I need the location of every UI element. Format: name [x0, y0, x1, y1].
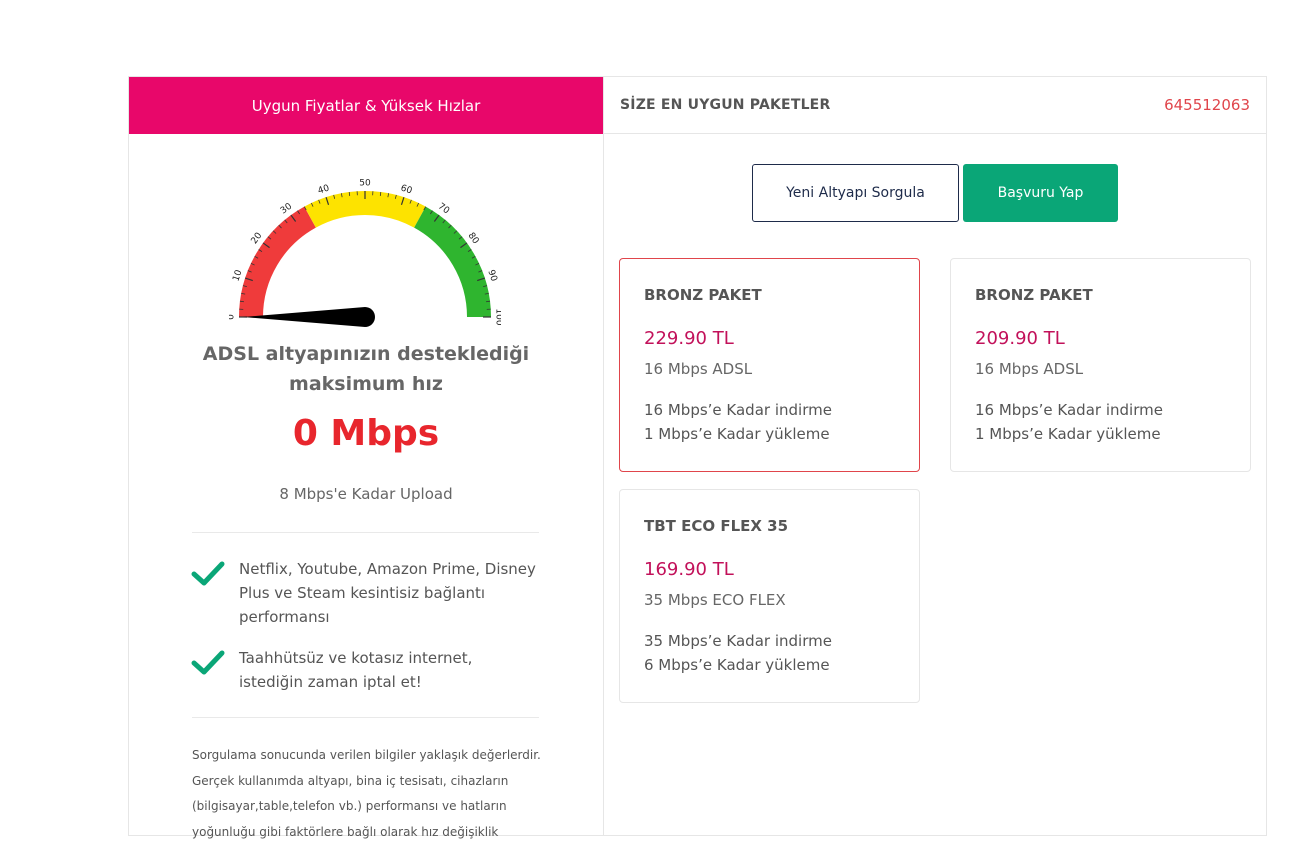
gauge-tick-label: 60 [399, 184, 413, 197]
package-download: 35 Mbps’e Kadar indirme [644, 632, 832, 650]
package-price: 229.90 TL [644, 328, 734, 349]
left-panel-title: Uygun Fiyatlar & Yüksek Hızlar [252, 97, 481, 115]
gauge-segment-red [251, 217, 310, 317]
left-panel-header: Uygun Fiyatlar & Yüksek Hızlar [129, 77, 603, 134]
gauge-tick-label: 90 [485, 269, 498, 283]
gauge-tick-label: 10 [232, 268, 245, 282]
upload-speed: 8 Mbps'e Kadar Upload [169, 485, 563, 503]
package-price: 209.90 TL [975, 328, 1065, 349]
gauge-segment-yellow [310, 203, 420, 217]
package-type: 16 Mbps ADSL [975, 360, 1083, 378]
gauge-tick-label: 50 [359, 179, 371, 189]
package-download: 16 Mbps’e Kadar indirme [975, 401, 1163, 419]
package-card[interactable]: TBT ECO FLEX 35 169.90 TL 35 Mbps ECO FL… [619, 489, 920, 703]
package-upload: 6 Mbps’e Kadar yükleme [644, 656, 830, 674]
gauge-tick [486, 301, 490, 302]
package-card[interactable]: BRONZ PAKET 229.90 TL 16 Mbps ADSL 16 Mb… [619, 258, 920, 472]
gauge-tick-label: 70 [436, 202, 451, 217]
max-speed: 0 Mbps [169, 413, 563, 454]
divider-bottom [192, 717, 539, 718]
feature-item: Netflix, Youtube, Amazon Prime, Disney P… [191, 557, 541, 629]
gauge-tick-label: 40 [317, 183, 331, 196]
gauge-tick [380, 192, 381, 196]
package-name: TBT ECO FLEX 35 [644, 517, 788, 535]
package-upload: 1 Mbps’e Kadar yükleme [975, 425, 1161, 443]
package-upload: 1 Mbps’e Kadar yükleme [644, 425, 830, 443]
panel-divider [603, 77, 604, 835]
divider-top [192, 532, 539, 533]
gauge-tick [240, 301, 244, 302]
package-type: 35 Mbps ECO FLEX [644, 591, 786, 609]
gauge-segment-green [420, 217, 479, 317]
new-infrastructure-query-button[interactable]: Yeni Altyapı Sorgula [752, 164, 959, 222]
packages-title: SİZE EN UYGUN PAKETLER [620, 97, 830, 113]
feature-text: Netflix, Youtube, Amazon Prime, Disney P… [239, 557, 541, 629]
feature-item: Taahhütsüz ve kotasız internet, istediği… [191, 646, 541, 694]
main-container: Uygun Fiyatlar & Yüksek Hızlar SİZE EN U… [128, 76, 1267, 836]
infrastructure-text: ADSL altyapınızın desteklediği maksimum … [169, 339, 563, 399]
speed-gauge: 0 10 20 30 40 50 60 70 80 90 100 [229, 177, 501, 337]
right-panel-header: SİZE EN UYGUN PAKETLER 645512063 [603, 77, 1266, 134]
check-icon [191, 557, 239, 629]
package-card[interactable]: BRONZ PAKET 209.90 TL 16 Mbps ADSL 16 Mb… [950, 258, 1251, 472]
check-icon [191, 646, 239, 694]
phone-number[interactable]: 645512063 [1164, 96, 1250, 114]
package-download: 16 Mbps’e Kadar indirme [644, 401, 832, 419]
package-price: 169.90 TL [644, 559, 734, 580]
package-type: 16 Mbps ADSL [644, 360, 752, 378]
gauge-tick-label: 30 [279, 201, 294, 216]
apply-button[interactable]: Başvuru Yap [963, 164, 1118, 222]
package-name: BRONZ PAKET [975, 286, 1093, 304]
gauge-tick [349, 192, 350, 196]
gauge-tick-label: 0 [229, 314, 237, 320]
disclaimer-note: Sorgulama sonucunda verilen bilgiler yak… [192, 743, 542, 845]
gauge-tick-label: 100 [494, 308, 502, 325]
query-button-label: Yeni Altyapı Sorgula [786, 185, 925, 201]
feature-text: Taahhütsüz ve kotasız internet, istediği… [239, 646, 541, 694]
gauge-tick-label: 80 [466, 231, 481, 246]
gauge-tick-label: 20 [250, 231, 265, 246]
apply-button-label: Başvuru Yap [998, 185, 1084, 201]
package-name: BRONZ PAKET [644, 286, 762, 304]
